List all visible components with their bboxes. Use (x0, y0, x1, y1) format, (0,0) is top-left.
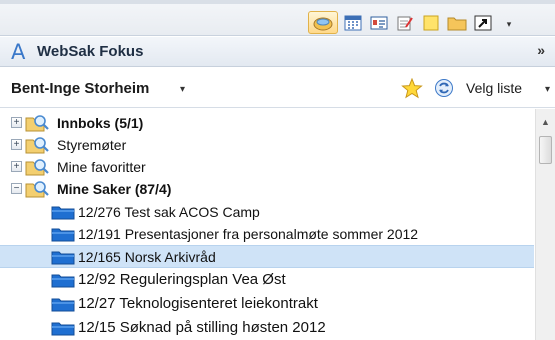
tree-node-styremoter[interactable]: + Styremøter (0, 134, 534, 156)
case-label: 12/276 Test sak ACOS Camp (78, 204, 260, 220)
expand-icon[interactable]: + (11, 117, 22, 128)
case-item[interactable]: 12/15 Søknad på stilling høsten 2012 (0, 317, 534, 339)
case-item-selected[interactable]: 12/165 Norsk Arkivråd (0, 245, 534, 268)
case-folder-icon (51, 322, 75, 336)
case-label: 12/92 Reguleringsplan Vea Øst (78, 271, 286, 288)
case-folder-icon (51, 206, 75, 220)
shortcut-arrow-icon[interactable] (473, 13, 493, 33)
case-item[interactable]: 12/276 Test sak ACOS Camp (0, 201, 534, 223)
toolbar: ▾ (0, 0, 555, 36)
user-bar: Bent-Inge Storheim ▾ Velg liste ▾ (0, 68, 555, 108)
case-tree: + Innboks (5/1) + Styremøter + Mine favo… (0, 109, 534, 340)
search-folder-icon (25, 115, 49, 132)
websak-home-icon[interactable] (308, 11, 338, 34)
case-folder-icon (51, 274, 75, 288)
expand-icon[interactable]: + (11, 139, 22, 150)
case-label: 12/191 Presentasjoner fra personalmøte s… (78, 226, 419, 242)
scrollbar-thumb[interactable] (539, 136, 552, 164)
search-folder-icon (25, 159, 49, 176)
scroll-up-arrow-icon[interactable]: ▲ (541, 117, 550, 127)
case-folder-icon (51, 251, 75, 265)
case-item[interactable]: 12/92 Reguleringsplan Vea Øst (0, 269, 534, 291)
case-label: 12/27 Teknologisenteret leiekontrakt (78, 295, 318, 312)
tree-node-label: Mine Saker (87/4) (57, 181, 172, 197)
refresh-icon[interactable] (434, 78, 454, 103)
panel-header: A WebSak Fokus » (0, 37, 555, 67)
case-item[interactable]: 12/191 Presentasjoner fra personalmøte s… (0, 223, 534, 245)
select-list-button[interactable]: Velg liste (466, 80, 522, 96)
folder-icon[interactable] (447, 13, 467, 33)
select-list-chevron-down-icon[interactable]: ▾ (545, 84, 550, 95)
favorite-star-icon[interactable] (401, 77, 423, 104)
panel-title: WebSak Fokus (37, 43, 144, 60)
collapse-panel-button[interactable]: » (537, 42, 545, 58)
tree-node-label: Styremøter (57, 137, 127, 153)
case-label: 12/165 Norsk Arkivråd (78, 249, 216, 265)
calendar-icon[interactable] (343, 13, 363, 33)
tree-node-label: Innboks (5/1) (57, 115, 144, 131)
task-edit-icon[interactable] (395, 13, 415, 33)
search-folder-icon (25, 137, 49, 154)
collapse-icon[interactable]: − (11, 183, 22, 194)
search-folder-icon (25, 181, 49, 198)
case-folder-icon (51, 228, 75, 242)
contact-card-icon[interactable] (369, 13, 389, 33)
toolbar-overflow-icon[interactable]: ▾ (503, 14, 515, 34)
case-folder-icon (51, 298, 75, 312)
tree-node-mine-favoritter[interactable]: + Mine favoritter (0, 156, 534, 178)
case-label: 12/15 Søknad på stilling høsten 2012 (78, 319, 326, 336)
tree-node-innboks[interactable]: + Innboks (5/1) (0, 112, 534, 134)
expand-icon[interactable]: + (11, 161, 22, 172)
user-menu-chevron-down-icon[interactable]: ▾ (180, 84, 185, 95)
case-item[interactable]: 12/27 Teknologisenteret leiekontrakt (0, 293, 534, 315)
tree-node-label: Mine favoritter (57, 159, 146, 175)
user-menu[interactable]: Bent-Inge Storheim (11, 80, 149, 97)
vertical-scrollbar[interactable]: ▲ (535, 109, 555, 340)
tree-node-mine-saker[interactable]: − Mine Saker (87/4) (0, 178, 534, 200)
websak-logo-icon: A (11, 40, 26, 64)
toolbar-top-border (0, 0, 555, 4)
note-icon[interactable] (421, 13, 441, 33)
